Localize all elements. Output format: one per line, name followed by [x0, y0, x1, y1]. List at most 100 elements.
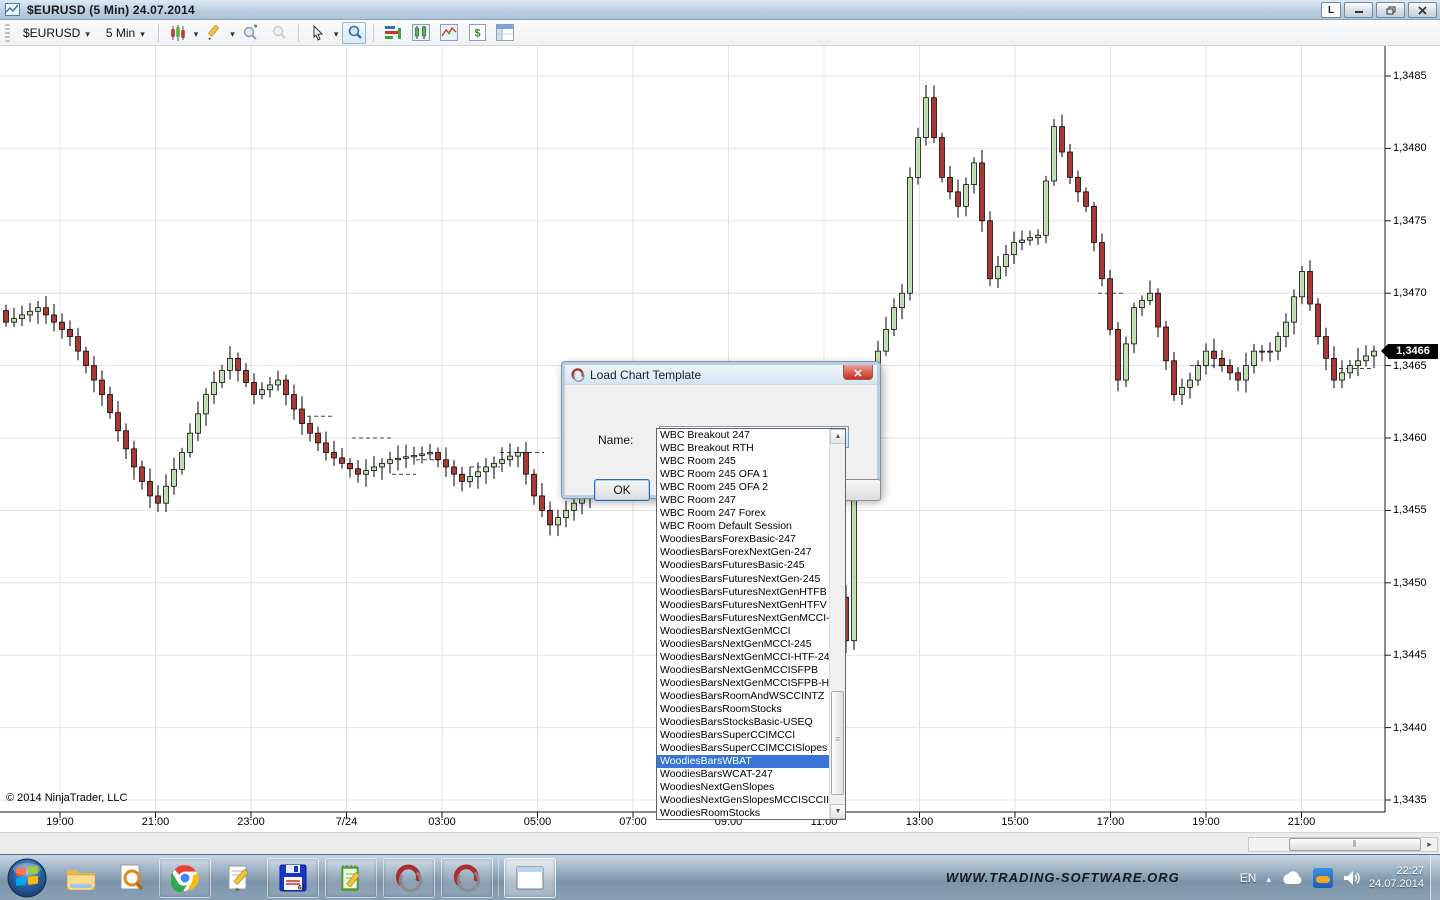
- list-item[interactable]: WoodiesBarsForexNextGen-247: [657, 546, 829, 559]
- scrollbar-right-arrow-icon[interactable]: [1422, 838, 1437, 851]
- price-tick-label: 1,3450: [1393, 576, 1439, 590]
- restore-button[interactable]: [1376, 2, 1405, 18]
- volume-icon[interactable]: [1343, 870, 1361, 886]
- list-item[interactable]: WoodiesBarsRoomStocks: [657, 703, 829, 716]
- period-selector[interactable]: 5 Min: [100, 24, 151, 42]
- list-item[interactable]: WBC Room 245 OFA 1: [657, 468, 829, 481]
- ok-button[interactable]: OK: [594, 479, 650, 501]
- chrome-taskbar-icon[interactable]: [159, 858, 211, 898]
- draw-pencil-icon[interactable]: [202, 22, 226, 44]
- zoom-in-icon[interactable]: [239, 22, 263, 44]
- list-scrollbar[interactable]: ▲ ▼: [829, 429, 845, 819]
- list-item[interactable]: WoodiesBarsFuturesBasic-245: [657, 559, 829, 572]
- ninjatrader-taskbar-icon-1[interactable]: [383, 858, 435, 898]
- price-tick-label: 1,3485: [1393, 69, 1439, 83]
- window-bottom-strip: [0, 832, 1440, 854]
- list-item[interactable]: WBC Room 247 Forex: [657, 507, 829, 520]
- price-tick-label: 1,3440: [1393, 721, 1439, 735]
- system-tray: EN: [1240, 868, 1361, 888]
- tray-clock[interactable]: 22:27 24.07.2014: [1369, 865, 1424, 891]
- list-item[interactable]: WoodiesBarsFuturesNextGenHTFB: [657, 586, 829, 599]
- weather-tray-icon[interactable]: [1313, 868, 1333, 888]
- draw-caret[interactable]: [230, 26, 235, 40]
- list-item[interactable]: WoodiesBarsNextGenMCCI-HTF-24: [657, 651, 829, 664]
- minimize-button[interactable]: [1344, 2, 1373, 18]
- svg-text:64: 64: [298, 885, 305, 891]
- dollar-account-icon[interactable]: $: [465, 22, 489, 44]
- list-item[interactable]: WoodiesBarsNextGenMCCI: [657, 625, 829, 638]
- notes-green-taskbar-icon[interactable]: [325, 858, 377, 898]
- list-item[interactable]: WBC Room 245 OFA 2: [657, 481, 829, 494]
- close-button[interactable]: [1408, 2, 1437, 18]
- list-item[interactable]: WBC Breakout 247: [657, 429, 829, 442]
- time-tick-label: 21:00: [142, 816, 170, 828]
- cursor-tool-icon[interactable]: [306, 22, 330, 44]
- zoom-out-icon[interactable]: [267, 22, 291, 44]
- time-tick-label: 7/24: [336, 816, 357, 828]
- instrument-selector[interactable]: $EURUSD: [17, 24, 96, 42]
- scroll-down-icon[interactable]: ▼: [830, 804, 846, 819]
- list-item[interactable]: WoodiesBarsNextGenMCCISFPB: [657, 664, 829, 677]
- list-item[interactable]: WoodiesBarsNextGenMCCI-245: [657, 638, 829, 651]
- svg-text:$: $: [474, 28, 480, 40]
- onedrive-cloud-icon[interactable]: [1281, 871, 1303, 885]
- bar-type-caret[interactable]: [194, 26, 199, 40]
- search-taskbar-icon[interactable]: [109, 858, 153, 898]
- list-item[interactable]: WoodiesBarsForexBasic-247: [657, 533, 829, 546]
- time-tick-label: 19:00: [46, 816, 74, 828]
- chart-app-icon: [5, 3, 20, 16]
- show-desktop-button[interactable]: [1430, 855, 1440, 900]
- floppy-save-taskbar-icon[interactable]: 64: [267, 858, 319, 898]
- ninjatrader-icon: [571, 368, 585, 382]
- list-item[interactable]: WoodiesBarsFuturesNextGen-245: [657, 573, 829, 586]
- dialog-titlebar[interactable]: Load Chart Template: [565, 365, 877, 385]
- template-dropdown-list[interactable]: WBC Breakout 247WBC Breakout RTHWBC Room…: [656, 428, 846, 820]
- horizontal-scrollbar[interactable]: [1248, 837, 1438, 852]
- list-item[interactable]: WoodiesNextGenSlopes: [657, 781, 829, 794]
- line-chart-icon[interactable]: [437, 22, 461, 44]
- list-item-selected[interactable]: WoodiesBarsWBAT: [657, 755, 829, 768]
- time-tick-label: 19:00: [1192, 816, 1220, 828]
- active-chart-window-taskbar-icon[interactable]: [504, 858, 556, 898]
- list-item[interactable]: WoodiesBarsWCAT-247: [657, 768, 829, 781]
- list-item[interactable]: WBC Room Default Session: [657, 520, 829, 533]
- data-grid-icon[interactable]: [493, 22, 517, 44]
- chart-trader-icon[interactable]: [409, 22, 433, 44]
- list-item[interactable]: WoodiesBarsFuturesNextGenHTFV: [657, 599, 829, 612]
- window-titlebar: $EURUSD (5 Min) 24.07.2014 L: [0, 0, 1440, 20]
- chart-toolbar: $EURUSD 5 Min: [0, 20, 1440, 46]
- toolbar-grip[interactable]: [5, 24, 10, 42]
- cursor-caret[interactable]: [334, 26, 339, 40]
- ninjatrader-taskbar-icon-2[interactable]: [441, 858, 493, 898]
- last-price-tag: 1,3466: [1388, 344, 1438, 359]
- list-item[interactable]: WoodiesBarsStocksBasic-USEQ: [657, 716, 829, 729]
- list-item[interactable]: WoodiesBarsSuperCCIMCCI: [657, 729, 829, 742]
- notepad-taskbar-icon[interactable]: [217, 858, 261, 898]
- list-item[interactable]: WBC Room 247: [657, 494, 829, 507]
- price-tick-label: 1,3475: [1393, 214, 1439, 228]
- scroll-up-icon[interactable]: ▲: [830, 429, 846, 444]
- list-item[interactable]: WBC Room 245: [657, 455, 829, 468]
- price-levels-icon[interactable]: [381, 22, 405, 44]
- tray-expand-icon[interactable]: [1266, 869, 1271, 887]
- explorer-taskbar-icon[interactable]: [59, 858, 103, 898]
- start-button[interactable]: [6, 857, 48, 899]
- list-item[interactable]: WBC Breakout RTH: [657, 442, 829, 455]
- list-item[interactable]: WoodiesBarsSuperCCIMCCISlopes: [657, 742, 829, 755]
- time-tick-label: 03:00: [428, 816, 456, 828]
- time-tick-label: 21:00: [1288, 816, 1316, 828]
- list-scrollbar-thumb[interactable]: [831, 691, 844, 795]
- scrollbar-thumb[interactable]: [1289, 838, 1421, 851]
- instrument-label: $EURUSD: [23, 26, 80, 40]
- copyright-text: © 2014 NinjaTrader, LLC: [6, 792, 127, 804]
- list-item[interactable]: WoodiesNextGenSlopesMCCISCCII: [657, 794, 829, 807]
- dialog-close-button[interactable]: [843, 365, 873, 380]
- list-item[interactable]: WoodiesRoomStocks: [657, 807, 829, 820]
- bar-type-icon[interactable]: [166, 22, 190, 44]
- list-item[interactable]: WoodiesBarsNextGenMCCISFPB-H: [657, 677, 829, 690]
- list-item[interactable]: WoodiesBarsRoomAndWSCCINTZ: [657, 690, 829, 703]
- language-indicator[interactable]: EN: [1240, 871, 1257, 885]
- list-item[interactable]: WoodiesBarsFuturesNextGenMCCI-: [657, 612, 829, 625]
- link-button[interactable]: L: [1321, 2, 1341, 18]
- zoom-window-icon[interactable]: [342, 22, 366, 44]
